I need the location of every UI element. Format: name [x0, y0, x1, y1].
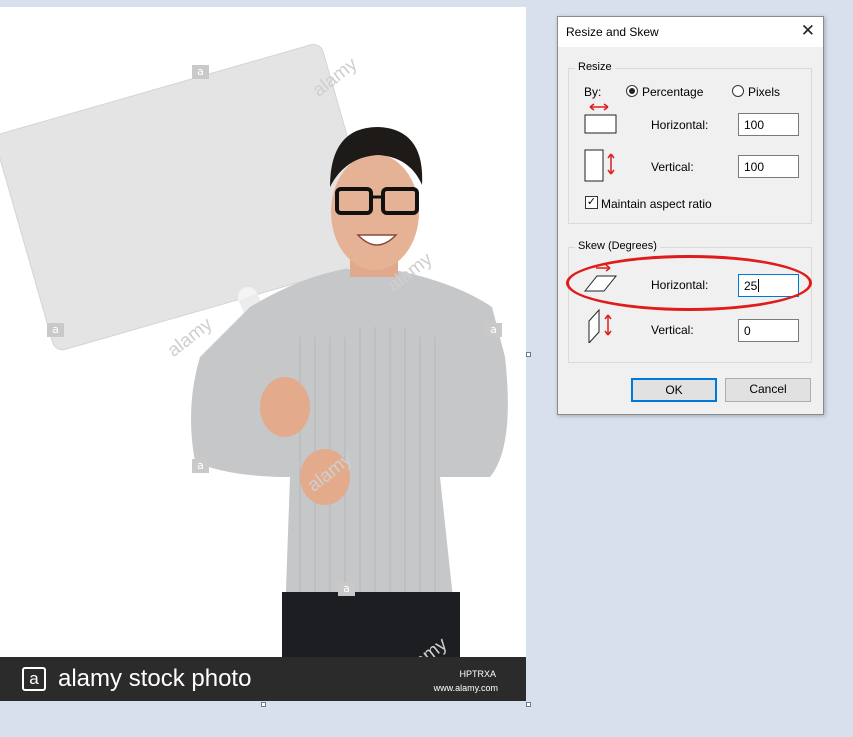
- skew-legend: Skew (Degrees): [575, 240, 660, 252]
- resize-handle-bottom[interactable]: [261, 702, 266, 707]
- percentage-radio[interactable]: [626, 85, 638, 97]
- alamy-logo-icon: a: [22, 667, 46, 691]
- resize-skew-dialog: Resize and Skew ✕ Resize By: Percentage …: [557, 16, 824, 415]
- watermark-logo: a: [192, 65, 209, 79]
- dialog-title: Resize and Skew: [566, 25, 659, 39]
- maintain-aspect-checkbox[interactable]: ✓: [585, 196, 598, 209]
- stock-photo-footer: a alamy stock photo HPTRXA www.alamy.com: [0, 657, 526, 701]
- image-canvas[interactable]: a a a a a alamy alamy alamy alamy alamy …: [0, 7, 526, 701]
- resize-handle-corner[interactable]: [526, 702, 531, 707]
- dialog-titlebar[interactable]: Resize and Skew ✕: [558, 17, 823, 47]
- watermark-logo: a: [47, 323, 64, 337]
- stock-photo: [0, 43, 508, 662]
- resize-vertical-icon: [584, 149, 615, 182]
- resize-horizontal-icon: [584, 103, 617, 134]
- close-icon[interactable]: ✕: [801, 22, 815, 40]
- watermark-logo: a: [192, 459, 209, 473]
- footer-brand: alamy stock photo: [58, 665, 252, 692]
- resize-horizontal-label: Horizontal:: [651, 118, 709, 132]
- maintain-aspect-label[interactable]: Maintain aspect ratio: [601, 197, 712, 211]
- skew-vertical-label: Vertical:: [651, 323, 694, 337]
- annotation-oval: [566, 255, 812, 311]
- pixels-radio[interactable]: [732, 85, 744, 97]
- skew-vertical-icon: [588, 308, 612, 343]
- cancel-button[interactable]: Cancel: [725, 378, 811, 402]
- by-label: By:: [584, 85, 602, 99]
- site-url: www.alamy.com: [433, 683, 498, 693]
- skew-vertical-input[interactable]: 0: [738, 319, 799, 342]
- watermark-logo: a: [338, 582, 355, 596]
- pixels-label[interactable]: Pixels: [748, 85, 780, 99]
- resize-vertical-label: Vertical:: [651, 160, 694, 174]
- image-code: HPTRXA: [459, 669, 496, 679]
- ok-button[interactable]: OK: [631, 378, 717, 402]
- sweater: [191, 269, 508, 617]
- resize-legend: Resize: [575, 61, 615, 73]
- resize-horizontal-input[interactable]: 100: [738, 113, 799, 136]
- resize-handle-right[interactable]: [526, 352, 531, 357]
- percentage-label[interactable]: Percentage: [642, 85, 703, 99]
- resize-vertical-input[interactable]: 100: [738, 155, 799, 178]
- watermark-logo: a: [485, 323, 502, 337]
